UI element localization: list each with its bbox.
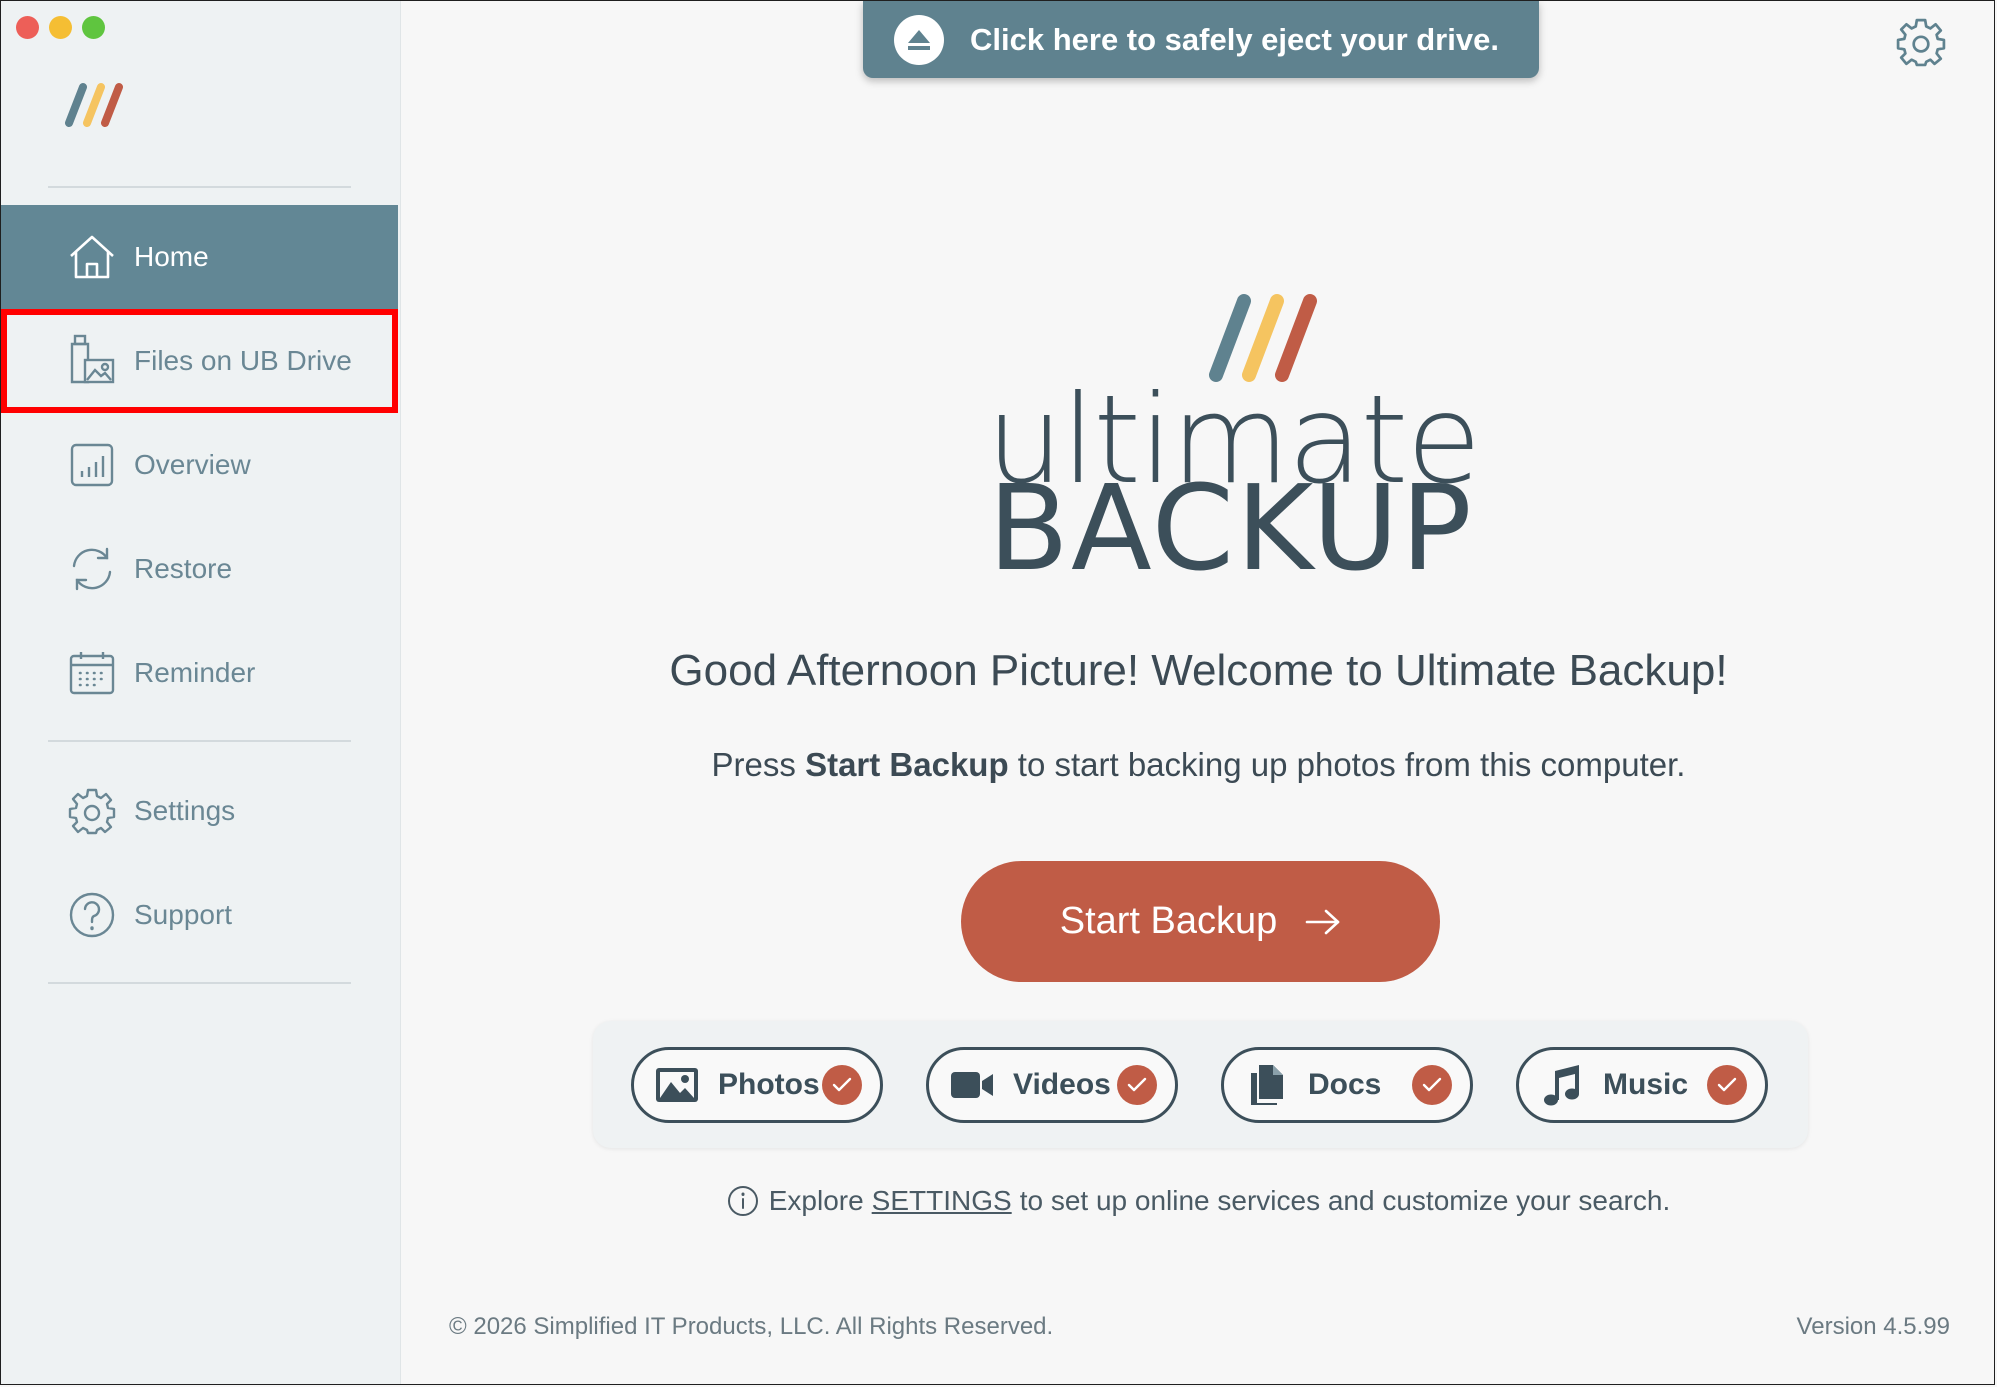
check-icon <box>1707 1065 1747 1105</box>
settings-gear-button[interactable] <box>1896 17 1946 67</box>
bar-chart-icon <box>67 440 117 490</box>
type-chip-label: Photos <box>718 1068 820 1101</box>
explore-suffix: to set up online services and customize … <box>1019 1185 1671 1216</box>
check-icon <box>822 1065 862 1105</box>
ultimate-backup-logo: ultimate BACKUP <box>986 291 1481 591</box>
gear-icon <box>67 786 117 836</box>
sidebar-item-label: Reminder <box>134 657 256 688</box>
sidebar-item-label: Support <box>134 899 233 930</box>
explore-prefix: Explore <box>768 1185 864 1216</box>
sidebar-item-overview[interactable]: Overview <box>1 413 398 517</box>
sidebar-item-label: Restore <box>134 553 233 584</box>
eject-icon <box>894 14 944 65</box>
close-window-button[interactable] <box>16 16 39 39</box>
instruction-bold: Start Backup <box>805 746 1009 783</box>
sidebar-item-support[interactable]: Support <box>1 863 398 967</box>
usb-drive-photo-icon <box>67 334 117 386</box>
video-camera-icon <box>949 1062 995 1108</box>
type-chip-photos[interactable]: Photos <box>631 1047 883 1123</box>
sidebar: Home Files on UB Drive Overview Restore … <box>1 1 401 1384</box>
type-chip-music[interactable]: Music <box>1516 1047 1768 1123</box>
refresh-icon <box>67 544 117 594</box>
sidebar-item-reminder[interactable]: Reminder <box>1 621 398 725</box>
window-controls <box>16 16 105 39</box>
logo-text-backup: BACKUP <box>988 459 1474 597</box>
type-chip-label: Docs <box>1308 1068 1382 1101</box>
sidebar-divider <box>48 186 351 188</box>
sidebar-divider <box>48 740 351 742</box>
instruction-prefix: Press <box>711 746 806 783</box>
sidebar-item-restore[interactable]: Restore <box>1 517 398 621</box>
eject-drive-button[interactable]: Click here to safely eject your drive. <box>863 1 1539 78</box>
sidebar-divider <box>48 982 351 984</box>
sidebar-item-label: Settings <box>134 795 236 826</box>
sidebar-item-label: Overview <box>134 449 251 480</box>
instruction-text: Press Start Backup to start backing up p… <box>401 746 1994 784</box>
gear-icon <box>1896 18 1946 67</box>
instruction-suffix: to start backing up photos from this com… <box>1008 746 1686 783</box>
info-icon <box>727 1185 759 1217</box>
calendar-icon <box>67 648 117 698</box>
documents-icon <box>1244 1062 1290 1108</box>
backup-type-panel: Photos Videos Docs Music <box>593 1021 1808 1148</box>
type-chip-videos[interactable]: Videos <box>926 1047 1178 1123</box>
app-window: Home Files on UB Drive Overview Restore … <box>0 0 1995 1385</box>
check-icon <box>1412 1065 1452 1105</box>
copyright-text: © 2026 Simplified IT Products, LLC. All … <box>449 1313 1054 1340</box>
type-chip-label: Videos <box>1013 1068 1111 1101</box>
type-chip-docs[interactable]: Docs <box>1221 1047 1473 1123</box>
settings-link[interactable]: SETTINGS <box>872 1185 1012 1217</box>
check-icon <box>1117 1065 1157 1105</box>
question-icon <box>67 890 117 940</box>
sidebar-item-home[interactable]: Home <box>1 205 398 309</box>
eject-label: Click here to safely eject your drive. <box>970 21 1499 57</box>
home-icon <box>67 232 117 282</box>
start-backup-label: Start Backup <box>1059 900 1278 942</box>
sidebar-item-files-on-ub-drive[interactable]: Files on UB Drive <box>1 309 398 413</box>
explore-settings-hint: Explore SETTINGS to set up online servic… <box>401 1185 1994 1217</box>
photo-icon <box>654 1062 700 1108</box>
music-note-icon <box>1539 1062 1585 1108</box>
sidebar-item-settings[interactable]: Settings <box>1 759 398 863</box>
minimize-window-button[interactable] <box>49 16 72 39</box>
sidebar-logo <box>63 81 125 134</box>
welcome-heading: Good Afternoon Picture! Welcome to Ultim… <box>669 646 1728 695</box>
sidebar-item-label: Home <box>134 241 209 272</box>
start-backup-button[interactable]: Start Backup <box>961 861 1440 982</box>
arrow-right-icon <box>1305 908 1341 936</box>
type-chip-label: Music <box>1603 1068 1689 1101</box>
version-text: Version 4.5.99 <box>1796 1313 1950 1340</box>
zoom-window-button[interactable] <box>82 16 105 39</box>
sidebar-item-label: Files on UB Drive <box>134 345 352 376</box>
